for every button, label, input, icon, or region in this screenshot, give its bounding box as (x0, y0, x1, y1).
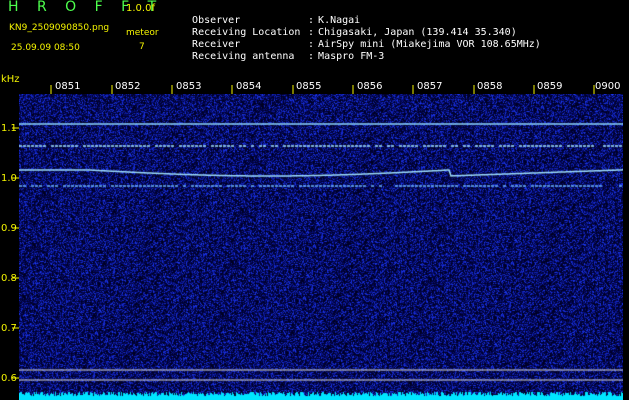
spectrogram-plot (19, 94, 623, 400)
